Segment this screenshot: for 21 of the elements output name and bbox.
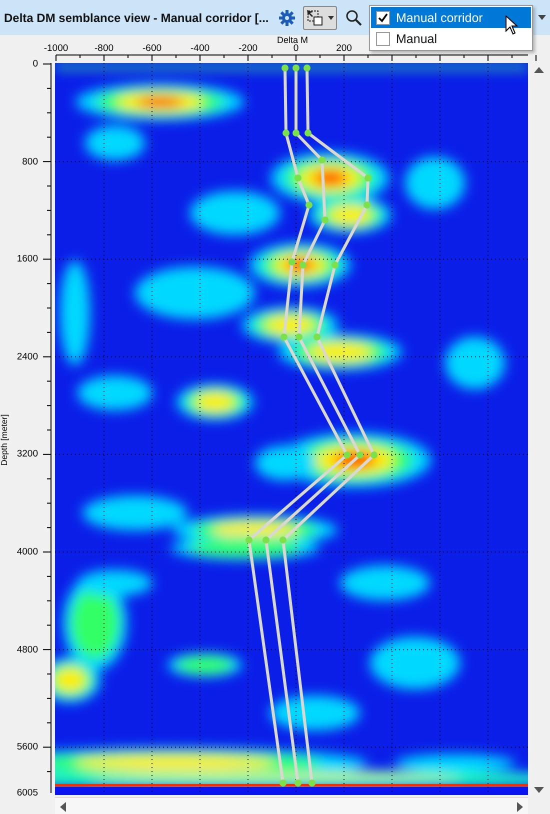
axis-tick-label: 0: [32, 58, 38, 70]
axis-tick-label: -600: [142, 43, 162, 54]
axis-tick-label: 4000: [16, 546, 38, 558]
axis-tick-label: -200: [238, 43, 258, 54]
axis-tick-label: 3200: [16, 448, 38, 460]
axis-tick-label: -800: [94, 43, 114, 54]
axis-tick-label: 2400: [16, 351, 38, 362]
window-title: Delta DM semblance view - Manual corridor [...: [4, 10, 269, 24]
axis-tick-label: 200: [336, 43, 352, 54]
menu-item[interactable]: Manual: [371, 28, 531, 49]
axis-tick-label: 4800: [16, 644, 38, 656]
axis-tick-label: 1600: [16, 254, 38, 265]
axis-tick-label: -1000: [44, 43, 68, 54]
axis-title: Delta M: [277, 35, 308, 45]
axis-tick-label: -400: [190, 43, 210, 54]
axis-tick-label: 6005: [16, 788, 38, 798]
menu-item[interactable]: Manual corridor: [371, 7, 531, 28]
axis-tick-label: 0: [293, 43, 299, 54]
axis-title: Depth [meter]: [0, 414, 9, 466]
axis-tick-label: 5600: [16, 742, 38, 753]
axis-tick-label: 800: [22, 156, 38, 168]
